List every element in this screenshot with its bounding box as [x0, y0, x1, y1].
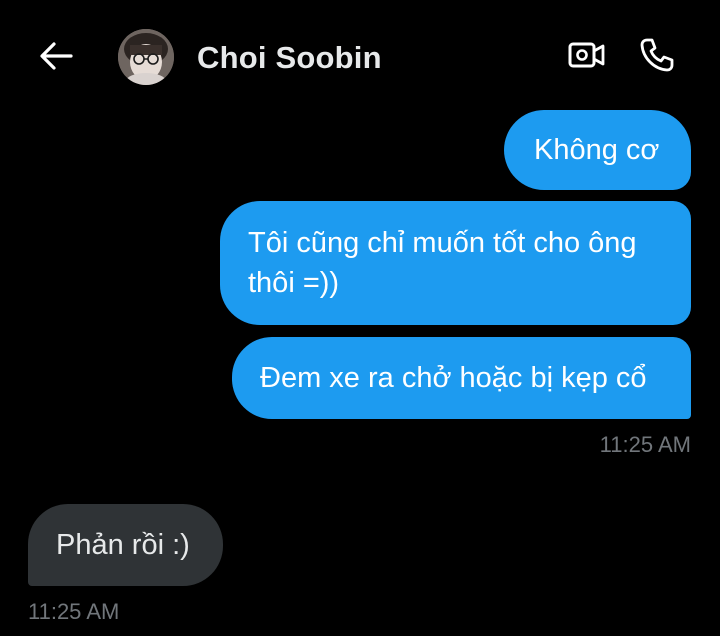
contact-name[interactable]: Choi Soobin: [197, 40, 382, 76]
received-timestamp: 11:25 AM: [28, 599, 120, 624]
back-button[interactable]: [34, 38, 78, 78]
message-text: Tôi cũng chỉ muốn tốt cho ông thôi =)): [248, 227, 637, 299]
message-text: Phản rồi :): [56, 529, 190, 561]
voice-call-button[interactable]: [634, 34, 680, 80]
chat-screen: Choi Soobin Không cơ Tôi cũng chỉ muốn t…: [0, 0, 720, 636]
video-camera-icon: [567, 39, 607, 76]
received-message-bubble[interactable]: Phản rồi :): [28, 504, 223, 586]
sent-timestamp: 11:25 AM: [599, 432, 691, 457]
phone-icon: [638, 36, 676, 79]
message-text: Đem xe ra chở hoặc bị kẹp cổ: [260, 362, 647, 394]
arrow-left-icon: [39, 41, 73, 76]
avatar-image: [118, 29, 174, 85]
sent-message-bubble[interactable]: Tôi cũng chỉ muốn tốt cho ông thôi =)): [220, 201, 691, 325]
video-call-button[interactable]: [564, 36, 610, 78]
sent-message-bubble[interactable]: Đem xe ra chở hoặc bị kẹp cổ: [232, 337, 691, 419]
sent-message-bubble[interactable]: Không cơ: [504, 110, 691, 190]
contact-avatar[interactable]: [118, 29, 174, 85]
message-text: Không cơ: [534, 134, 660, 166]
chat-header: Choi Soobin: [0, 0, 720, 120]
